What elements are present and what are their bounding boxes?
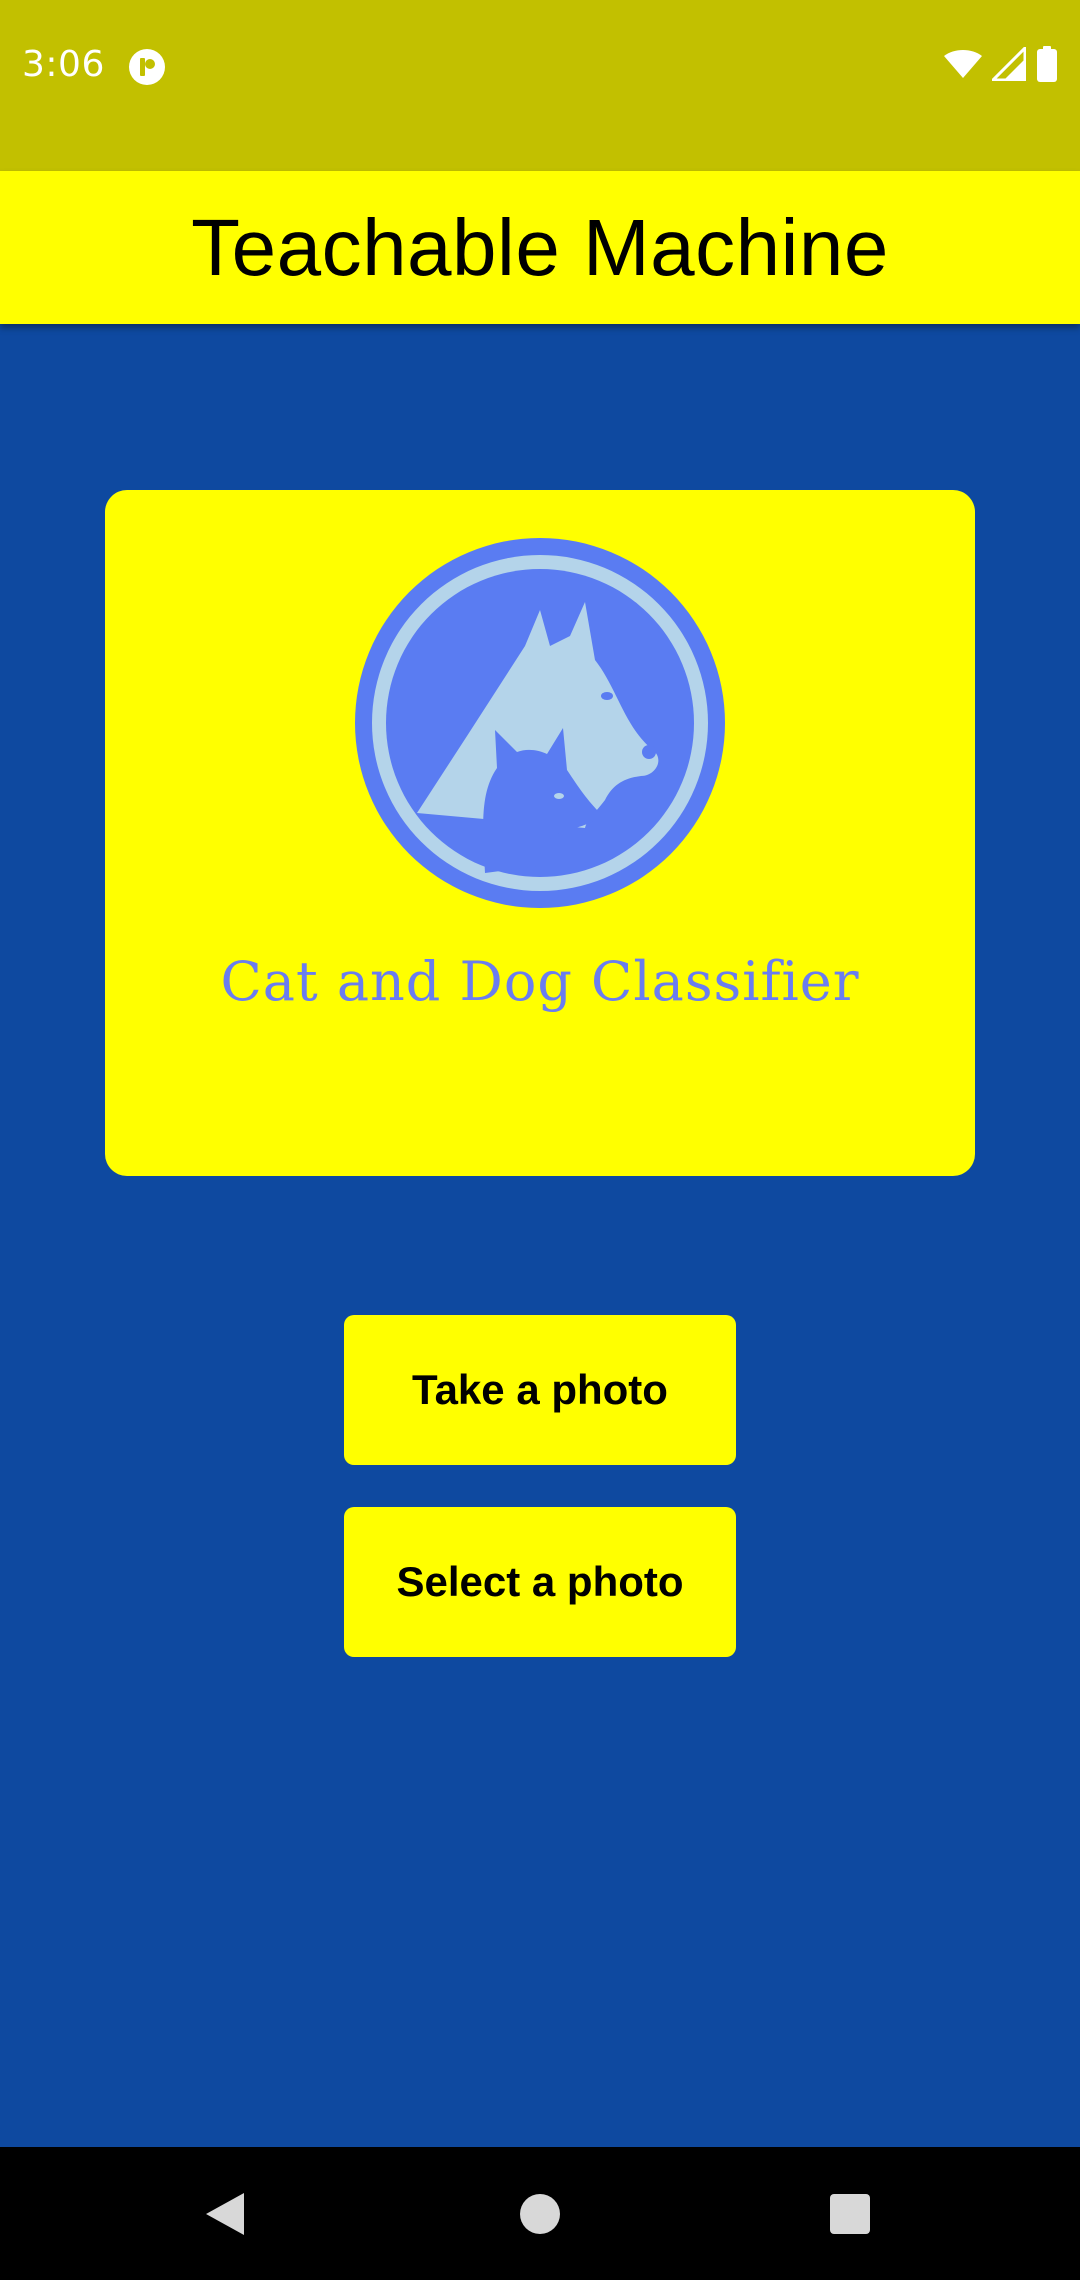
select-photo-button[interactable]: Select a photo bbox=[344, 1507, 736, 1657]
navigation-bar bbox=[0, 2147, 1080, 2280]
status-time: 3:06 bbox=[22, 44, 105, 85]
cat-dog-logo-icon bbox=[355, 538, 725, 908]
wifi-icon bbox=[944, 49, 982, 84]
back-icon[interactable] bbox=[145, 2147, 305, 2280]
take-photo-button[interactable]: Take a photo bbox=[344, 1315, 736, 1465]
logo-caption: Cat and Dog Classifier bbox=[220, 950, 860, 1013]
app-bar: Teachable Machine bbox=[0, 171, 1080, 324]
app-screen: 3:06 Teachable Machine Cat and Dog Class… bbox=[0, 0, 1080, 2280]
logo-card: Cat and Dog Classifier bbox=[105, 490, 975, 1176]
home-icon[interactable] bbox=[460, 2147, 620, 2280]
status-icons bbox=[944, 43, 1058, 87]
page-title: Teachable Machine bbox=[191, 202, 889, 292]
app-notification-icon bbox=[128, 48, 166, 86]
battery-icon bbox=[1036, 45, 1058, 87]
cellular-signal-icon bbox=[989, 43, 1027, 86]
recents-icon[interactable] bbox=[770, 2147, 930, 2280]
status-bar: 3:06 bbox=[0, 0, 1080, 171]
